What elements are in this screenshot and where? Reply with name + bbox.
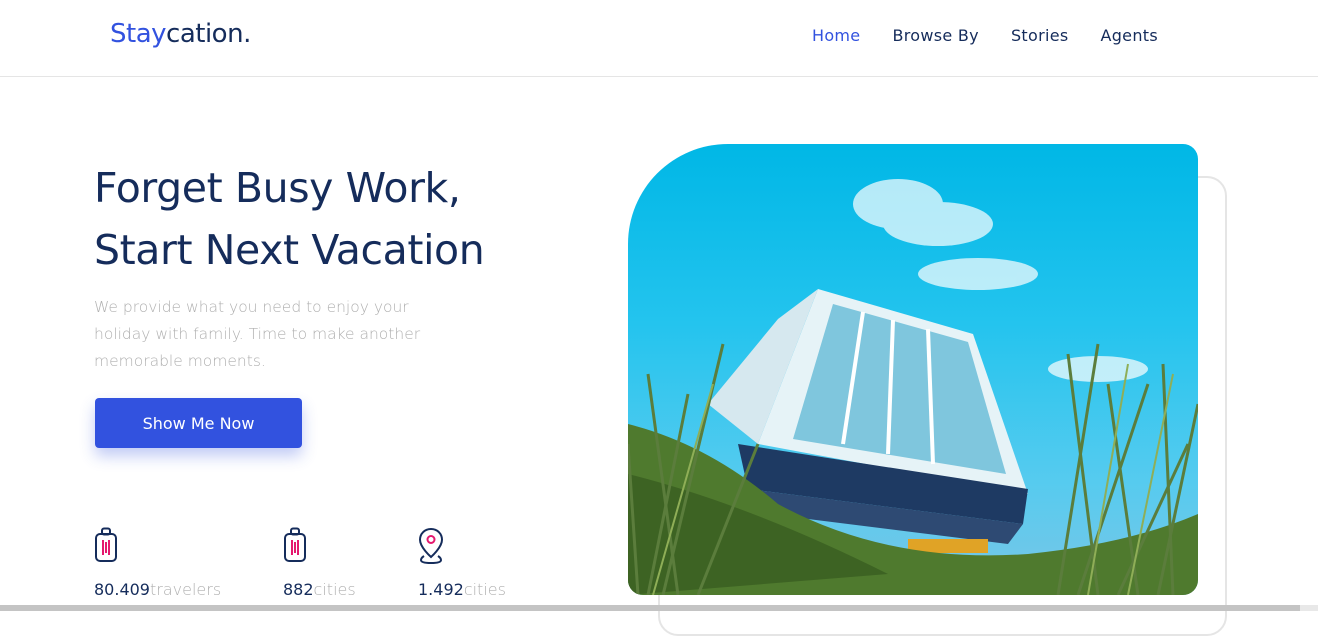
- glass-house-illustration: [628, 179, 1198, 595]
- stat-cities-text: 882cities: [283, 580, 356, 599]
- stat-travelers: 80.409travelers: [94, 527, 221, 599]
- brand-logo[interactable]: Staycation.: [110, 19, 251, 49]
- stat-destinations-unit: cities: [463, 580, 506, 599]
- show-me-now-button[interactable]: Show Me Now: [95, 398, 302, 448]
- suitcase-icon: [284, 527, 306, 562]
- nav-item-home[interactable]: Home: [812, 26, 860, 45]
- stat-travelers-unit: travelers: [149, 580, 222, 599]
- scrollbar-thumb[interactable]: [0, 605, 1300, 611]
- nav-item-agents[interactable]: Agents: [1100, 26, 1158, 45]
- luggage-icon: [95, 527, 117, 562]
- hero-title: Forget Busy Work, Start Next Vacation: [94, 157, 485, 281]
- main-nav: Home Browse By Stories Agents: [812, 26, 1190, 45]
- brand-logo-rest: cation.: [166, 19, 251, 49]
- stat-cities-number: 882: [283, 580, 314, 599]
- hero-title-line-1: Forget Busy Work,: [94, 164, 461, 212]
- stat-destinations: 1.492cities: [418, 527, 506, 599]
- site-header: Staycation. Home Browse By Stories Agent…: [0, 0, 1318, 77]
- stat-cities: 882cities: [283, 527, 356, 599]
- brand-logo-accent: Stay: [110, 19, 167, 49]
- nav-item-stories[interactable]: Stories: [1011, 26, 1069, 45]
- hero-image: [628, 144, 1198, 595]
- stat-travelers-text: 80.409travelers: [94, 580, 221, 599]
- location-pin-icon: [418, 527, 444, 565]
- horizontal-scrollbar[interactable]: [0, 605, 1318, 611]
- stat-destinations-text: 1.492cities: [418, 580, 506, 599]
- stat-destinations-number: 1.492: [418, 580, 464, 599]
- nav-item-browse-by[interactable]: Browse By: [892, 26, 979, 45]
- hero-description: We provide what you need to enjoy your h…: [94, 298, 421, 370]
- stat-cities-unit: cities: [313, 580, 356, 599]
- stat-travelers-number: 80.409: [94, 580, 150, 599]
- hero-title-line-2: Start Next Vacation: [94, 226, 485, 274]
